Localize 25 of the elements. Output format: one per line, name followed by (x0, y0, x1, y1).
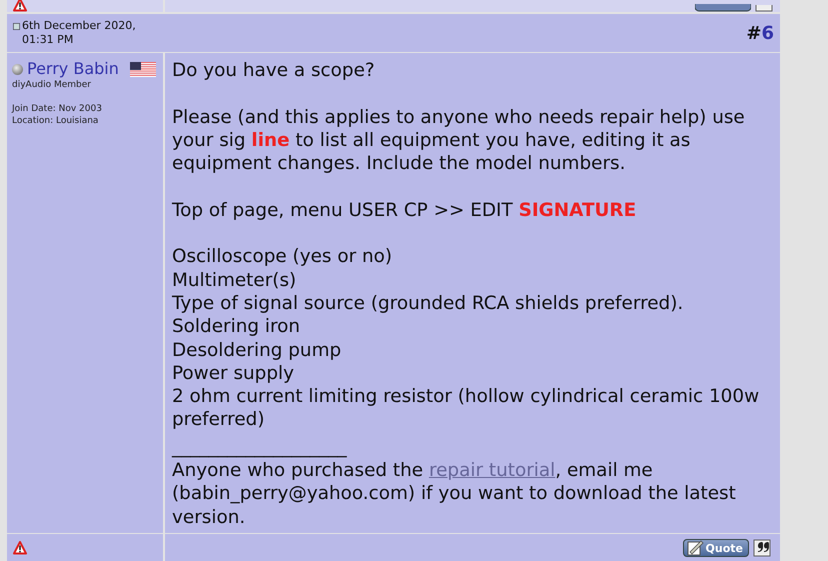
join-date: Join Date: Nov 2003 (12, 103, 103, 115)
user-location: Location: Louisiana (12, 115, 100, 127)
post-date: 6th December 2020, 01:31 PM (22, 19, 137, 47)
flag-icon (130, 62, 156, 76)
equipment-item: Desoldering pump (172, 338, 342, 362)
message-paragraph: Do you have a scope? (172, 59, 376, 82)
equipment-item: Soldering iron (172, 315, 302, 339)
message-paragraph: Please (and this applies to anyone who needs repair help) use your sig line to list all equipment you have, editing it as equipment changes. Include the model numbers. (172, 106, 746, 176)
post-number[interactable]: #6 (746, 22, 774, 44)
signature-text: Anyone who purchased the repair tutorial, email me (babin_perry@yahoo.com) if you want to download the latest version. (172, 459, 737, 529)
repair-tutorial-link[interactable]: repair tutorial (428, 460, 556, 482)
equipment-item: Oscilloscope (yes or no) (172, 245, 394, 269)
report-icon[interactable] (13, 0, 27, 12)
pencil-icon (686, 540, 704, 556)
equipment-item: Power supply (172, 362, 296, 386)
report-icon[interactable] (13, 541, 27, 556)
post-icon (13, 22, 20, 31)
equipment-item: Multimeter(s) (172, 268, 298, 292)
equipment-item: Type of signal source (grounded RCA shields preferred). (172, 292, 684, 316)
message-paragraph: Top of page, menu USER CP >> EDIT SIGNATURE (172, 198, 638, 222)
username-link[interactable]: Perry Babin (27, 59, 119, 79)
signature-rule: ___________________ (172, 436, 348, 460)
user-title: diyAudio Member (12, 79, 92, 91)
equipment-item: 2 ohm current limiting resistor (hollow cylindrical ceramic 100w preferred) (172, 385, 760, 432)
quote-button[interactable]: Quote (682, 539, 749, 558)
